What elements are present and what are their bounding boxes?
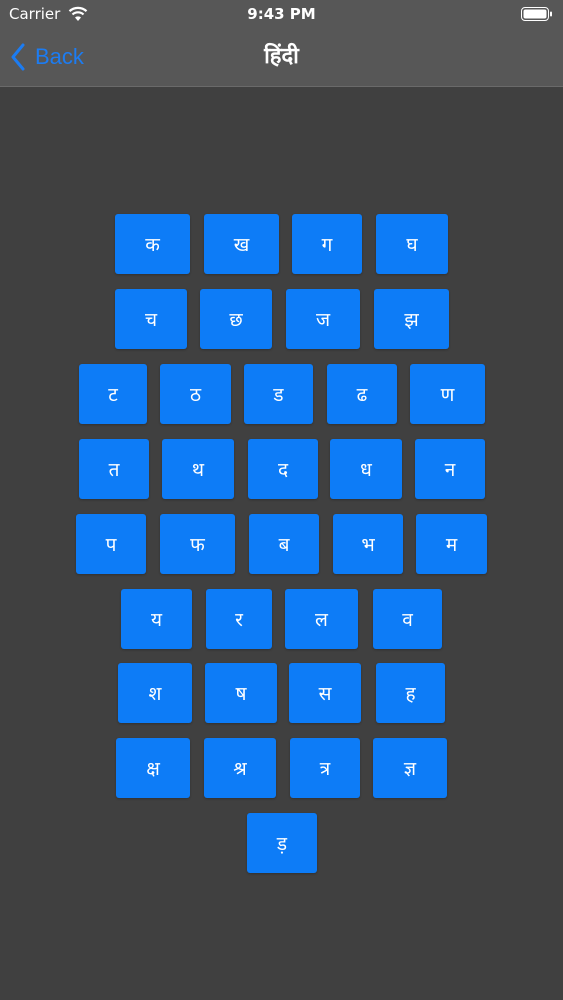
letter-key[interactable]: ज्ञ: [373, 738, 447, 798]
letter-key[interactable]: ब: [249, 514, 319, 574]
letter-key[interactable]: ट: [79, 364, 147, 424]
letter-key[interactable]: फ: [160, 514, 235, 574]
letter-key[interactable]: थ: [162, 439, 234, 499]
letter-key[interactable]: प: [76, 514, 146, 574]
letter-key[interactable]: ण: [410, 364, 485, 424]
letter-key[interactable]: ष: [205, 663, 277, 723]
letter-key[interactable]: त: [79, 439, 149, 499]
letter-key[interactable]: क्ष: [116, 738, 190, 798]
letter-key[interactable]: छ: [200, 289, 272, 349]
letter-key[interactable]: ध: [330, 439, 402, 499]
letter-key[interactable]: श: [118, 663, 192, 723]
letter-key[interactable]: ड: [244, 364, 313, 424]
letter-key[interactable]: ह: [376, 663, 445, 723]
letter-key[interactable]: र: [206, 589, 272, 649]
letter-key[interactable]: च: [115, 289, 187, 349]
letter-key[interactable]: भ: [333, 514, 403, 574]
letter-key[interactable]: क: [115, 214, 190, 274]
letter-key[interactable]: ढ: [327, 364, 397, 424]
letter-key[interactable]: न: [415, 439, 485, 499]
letter-key[interactable]: ठ: [160, 364, 231, 424]
letter-key[interactable]: ड़: [247, 813, 317, 873]
letter-key[interactable]: त्र: [290, 738, 360, 798]
letter-key[interactable]: झ: [374, 289, 449, 349]
letter-key[interactable]: ज: [286, 289, 360, 349]
consonant-grid: क ख ग घ च छ ज झ ट ठ ड ढ ण त थ द ध न प फ ब भ म य र ल व श ष स ह क्ष श्र त्र…: [0, 0, 563, 1000]
letter-key[interactable]: स: [289, 663, 361, 723]
letter-key[interactable]: ग: [292, 214, 362, 274]
letter-key[interactable]: द: [248, 439, 318, 499]
letter-key[interactable]: व: [373, 589, 442, 649]
letter-key[interactable]: म: [416, 514, 487, 574]
letter-key[interactable]: घ: [376, 214, 448, 274]
letter-key[interactable]: ख: [204, 214, 279, 274]
letter-key[interactable]: ल: [285, 589, 358, 649]
letter-key[interactable]: श्र: [204, 738, 276, 798]
letter-key[interactable]: य: [121, 589, 192, 649]
